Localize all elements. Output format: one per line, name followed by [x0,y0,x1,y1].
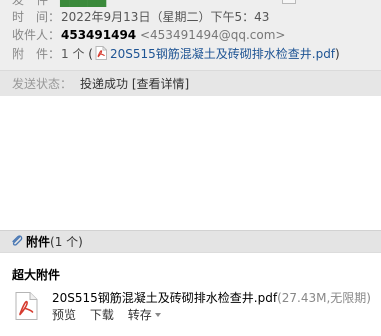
paren-open: ( [88,47,93,61]
pdf-file-icon [95,46,107,60]
large-attachment-section-title: 超大附件 [12,268,61,282]
time-label: 时 间： [12,10,61,24]
attachment-label: 附 件： [12,47,61,61]
time-value: 2022年9月13日（星期二）下午5：43 [61,10,270,24]
attachment-row: 附 件：1 个 ( 20S515钢筋混凝土及砖砌排水检查井.pdf) [12,45,340,63]
send-status-bar: 发送状态： 投递成功 [查看详情] [0,70,381,96]
save-to-label: 转存 [127,308,152,322]
attachment-file-link[interactable]: 20S515钢筋混凝土及砖砌排水检查井.pdf [110,47,335,61]
file-info-row: 20S515钢筋混凝土及砖砌排水检查井.pdf(27.43M,无限期) [52,289,371,307]
partial-text: 发 件 [12,0,61,7]
view-details-link[interactable]: [查看详情] [132,77,189,91]
time-row: 时 间：2022年9月13日（星期二）下午5：43 [12,8,269,26]
partial-sender: ▆▆▆▆▆ [60,0,107,7]
download-button[interactable]: 下载 [90,308,114,322]
partial-button[interactable] [282,0,296,4]
save-to-button[interactable]: 转存 [128,308,161,322]
file-size-expiry: (27.43M,无限期) [277,291,371,305]
attachment-count: 1 个 [61,47,85,61]
send-status-value: 投递成功 [80,77,129,91]
caret-down-icon [154,313,161,317]
paren-close: ) [335,47,340,61]
file-name[interactable]: 20S515钢筋混凝土及砖砌排水检查井.pdf [52,291,277,305]
recipient-row: 收件人：453491494 <453491494@qq.com> [12,26,285,44]
attachments-title: 附件 [26,235,51,249]
attachments-bar: 附件(1 个) [0,230,381,253]
send-status-label: 发送状态： [12,77,73,91]
send-status-row: 发送状态： 投递成功 [查看详情] [12,75,189,93]
recipient-name[interactable]: 453491494 [61,28,136,42]
file-actions: 预览 下载 转存 [52,307,171,323]
recipient-label: 收件人： [12,28,61,42]
pdf-file-icon[interactable] [14,292,38,320]
attachments-count: (1 个) [50,235,83,249]
preview-button[interactable]: 预览 [52,308,76,322]
recipient-email[interactable]: <453491494@qq.com> [140,28,286,42]
attachments-heading: 附件(1 个) [10,233,83,251]
paperclip-icon [10,234,24,248]
